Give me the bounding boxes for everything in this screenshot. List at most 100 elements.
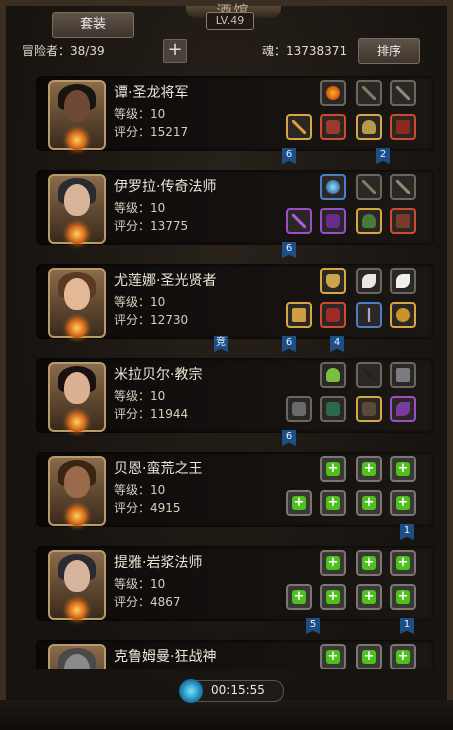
equip-slot-axe-icon[interactable] xyxy=(286,396,312,422)
equip-slot-wand-icon[interactable] xyxy=(356,302,382,328)
hero-card[interactable]: 尤莲娜·圣光贤者 等级：10 评分：12730 xyxy=(36,264,434,339)
hero-portrait[interactable] xyxy=(48,80,106,150)
bonus-flag: 6 xyxy=(282,242,296,258)
rank-emblem-icon xyxy=(67,318,87,338)
hero-name: 伊罗拉·传奇法师 xyxy=(114,179,217,195)
timer-bar: 00:15:55 xyxy=(179,679,284,703)
equip-slot-cloak-icon[interactable] xyxy=(320,396,346,422)
equip-slot-ring-icon[interactable] xyxy=(390,302,416,328)
empty-slot-plus-icon[interactable]: + xyxy=(390,644,416,669)
hero-portrait[interactable] xyxy=(48,174,106,244)
adventurer-count: 冒险者：38/39 xyxy=(22,44,105,58)
empty-slot-plus-icon[interactable]: + xyxy=(390,456,416,482)
hero-score: 评分：13775 xyxy=(114,219,189,233)
bonus-flag: 1 xyxy=(400,524,414,540)
hero-name: 提雅·岩浆法师 xyxy=(114,555,203,571)
sort-button[interactable]: 排序 xyxy=(358,38,420,64)
clock-orb-icon xyxy=(179,679,203,703)
portrait-face xyxy=(64,278,90,310)
level-badge: LV.49 xyxy=(206,12,254,30)
equip-slot-spear-icon[interactable] xyxy=(356,362,382,388)
empty-slot-plus-icon[interactable]: + xyxy=(320,550,346,576)
portrait-face xyxy=(64,90,90,122)
hero-name: 克鲁姆曼·狂战神 xyxy=(114,649,217,665)
hero-level: 等级：10 xyxy=(114,577,166,591)
empty-slot-plus-icon[interactable]: + xyxy=(356,584,382,610)
empty-slot-plus-icon[interactable]: + xyxy=(356,644,382,669)
empty-slot-plus-icon[interactable]: + xyxy=(390,490,416,516)
hero-score: 评分：4867 xyxy=(114,595,181,609)
rank-emblem-icon xyxy=(67,224,87,244)
bottom-decoration xyxy=(0,700,453,730)
hero-portrait[interactable] xyxy=(48,268,106,338)
equip-slot-totem-icon[interactable] xyxy=(320,362,346,388)
equip-slot-fire-icon[interactable] xyxy=(320,80,346,106)
rank-emblem-icon xyxy=(67,600,87,620)
equip-slot-sword-icon[interactable] xyxy=(286,114,312,140)
empty-slot-plus-icon[interactable]: + xyxy=(320,584,346,610)
hero-score: 评分：12730 xyxy=(114,313,189,327)
hero-portrait[interactable] xyxy=(48,456,106,526)
equip-slot-hat-icon[interactable] xyxy=(356,208,382,234)
rank-emblem-icon xyxy=(67,412,87,432)
equip-slot-boots-icon[interactable] xyxy=(390,114,416,140)
empty-slot-plus-icon[interactable]: + xyxy=(286,584,312,610)
hero-card[interactable]: 伊罗拉·传奇法师 等级：10 评分：13775 xyxy=(36,170,434,245)
empty-slot-plus-icon[interactable]: + xyxy=(356,456,382,482)
bonus-flag: 6 xyxy=(282,336,296,352)
hero-portrait[interactable] xyxy=(48,550,106,620)
hero-level: 等级：10 xyxy=(114,295,166,309)
equip-slot-feather-icon[interactable] xyxy=(390,396,416,422)
equip-slot-bow2-icon[interactable] xyxy=(390,174,416,200)
bonus-flag: 6 xyxy=(282,430,296,446)
equip-slot-orb-icon[interactable] xyxy=(320,174,346,200)
hero-card[interactable]: 提雅·岩浆法师 等级：10 评分：4867 + + + + + + + xyxy=(36,546,434,621)
equip-slot-gauntlet-icon[interactable] xyxy=(356,396,382,422)
soul-count: 魂：13738371 xyxy=(262,44,348,58)
timer-text: 00:15:55 xyxy=(211,683,265,697)
equip-slot-hammer-icon[interactable] xyxy=(286,302,312,328)
equip-slot-gown-icon[interactable] xyxy=(320,302,346,328)
empty-slot-plus-icon[interactable]: + xyxy=(320,456,346,482)
empty-slot-plus-icon[interactable]: + xyxy=(286,490,312,516)
equip-slot-armor-icon[interactable] xyxy=(320,114,346,140)
add-slot-button[interactable]: + xyxy=(163,39,187,63)
portrait-face xyxy=(64,184,90,216)
empty-slot-plus-icon[interactable]: + xyxy=(356,550,382,576)
hero-card[interactable]: 谭·圣龙将军 等级：10 评分：15217 xyxy=(36,76,434,151)
hero-card[interactable]: 贝恩·蛮荒之王 等级：10 评分：4915 + + + + + + + xyxy=(36,452,434,527)
hero-card[interactable]: 克鲁姆曼·狂战神 + + + xyxy=(36,640,434,669)
hero-level: 等级：10 xyxy=(114,389,166,403)
equip-slot-helm-icon[interactable] xyxy=(356,114,382,140)
equip-slot-bow-icon[interactable] xyxy=(356,80,382,106)
empty-slot-plus-icon[interactable]: + xyxy=(390,584,416,610)
empty-slot-plus-icon[interactable]: + xyxy=(390,550,416,576)
equip-slot-tome-icon[interactable] xyxy=(390,362,416,388)
bonus-flag: 2 xyxy=(376,148,390,164)
equip-slot-staff-icon[interactable] xyxy=(286,208,312,234)
equip-slot-bow2-icon[interactable] xyxy=(390,80,416,106)
hero-name: 谭·圣龙将军 xyxy=(114,85,189,101)
bonus-flag: 5 xyxy=(306,618,320,634)
equip-slot-bow-icon[interactable] xyxy=(356,174,382,200)
hero-score: 评分：15217 xyxy=(114,125,189,139)
equip-slot-robe-icon[interactable] xyxy=(320,208,346,234)
hero-name: 尤莲娜·圣光贤者 xyxy=(114,273,217,289)
empty-slot-plus-icon[interactable]: + xyxy=(320,490,346,516)
portrait-face xyxy=(64,466,90,498)
hero-list[interactable]: 谭·圣龙将军 等级：10 评分：15217 6 2 伊罗拉·传奇法师 等级：10… xyxy=(14,64,439,669)
equip-slot-wing-icon[interactable] xyxy=(356,268,382,294)
empty-slot-plus-icon[interactable]: + xyxy=(320,644,346,669)
equip-slot-wing2-icon[interactable] xyxy=(390,268,416,294)
empty-slot-plus-icon[interactable]: + xyxy=(356,490,382,516)
hero-portrait[interactable] xyxy=(48,644,106,669)
hero-score: 评分：4915 xyxy=(114,501,181,515)
equip-slot-boots-icon[interactable] xyxy=(390,208,416,234)
hero-portrait[interactable] xyxy=(48,362,106,432)
hero-score: 评分：11944 xyxy=(114,407,189,421)
bonus-flag: 6 xyxy=(282,148,296,164)
equip-slot-shield-icon[interactable] xyxy=(320,268,346,294)
hero-card[interactable]: 米拉贝尔·教宗 等级：10 评分：11944 xyxy=(36,358,434,433)
set-tab-button[interactable]: 套装 xyxy=(52,12,134,38)
bonus-flag: 1 xyxy=(400,618,414,634)
